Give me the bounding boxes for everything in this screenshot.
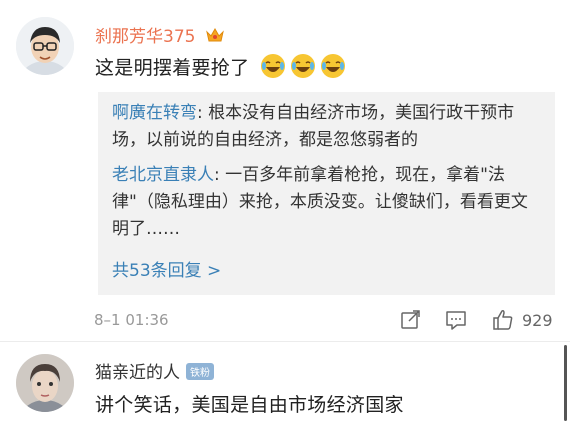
divider bbox=[0, 341, 570, 342]
comment-body: 讲个笑话，美国是自由市场经济国家 bbox=[95, 394, 404, 416]
username-text[interactable]: 刹那芳华375 bbox=[95, 27, 195, 47]
share-icon[interactable] bbox=[400, 309, 422, 331]
laugh-cry-emoji-icon bbox=[290, 53, 316, 79]
like-icon[interactable] bbox=[492, 309, 514, 331]
reply-username[interactable]: 老北京直隶人 bbox=[112, 165, 214, 185]
avatar[interactable] bbox=[16, 17, 74, 75]
comment-text: 讲个笑话，美国是自由市场经济国家 bbox=[95, 390, 404, 417]
laugh-cry-emoji-icon bbox=[320, 53, 346, 79]
laugh-cry-emoji-icon bbox=[260, 53, 286, 79]
scrollbar[interactable] bbox=[564, 345, 567, 421]
timestamp: 8–1 01:36 bbox=[94, 311, 169, 329]
reply-item[interactable]: 啊廣在转弯: 根本没有自由经济市场，美国行政干预市场，以前说的自由经济，都是忽悠… bbox=[112, 100, 544, 154]
crown-icon bbox=[205, 26, 225, 49]
reply-username[interactable]: 啊廣在转弯 bbox=[112, 103, 197, 123]
like-count: 929 bbox=[522, 311, 553, 330]
replies-box[interactable]: 啊廣在转弯: 根本没有自由经济市场，美国行政干预市场，以前说的自由经济，都是忽悠… bbox=[98, 92, 555, 295]
username[interactable]: 刹那芳华375 bbox=[95, 22, 225, 49]
username-text[interactable]: 猫亲近的人 bbox=[95, 363, 180, 383]
comment-icon[interactable] bbox=[445, 309, 467, 331]
comment-body: 这是明摆着要抢了 bbox=[95, 57, 250, 79]
reply-item[interactable]: 老北京直隶人: 一百多年前拿着枪抢，现在，拿着"法律"（隐私理由）来抢，本质没变… bbox=[112, 162, 544, 243]
comment-footer: 8–1 01:36 929 bbox=[94, 309, 564, 333]
comment-text: 这是明摆着要抢了 bbox=[95, 53, 346, 80]
username[interactable]: 猫亲近的人 铁粉 bbox=[95, 358, 214, 383]
avatar[interactable] bbox=[16, 354, 74, 412]
more-replies-link[interactable]: 共53条回复 > bbox=[112, 256, 221, 281]
fan-badge: 铁粉 bbox=[186, 363, 214, 380]
